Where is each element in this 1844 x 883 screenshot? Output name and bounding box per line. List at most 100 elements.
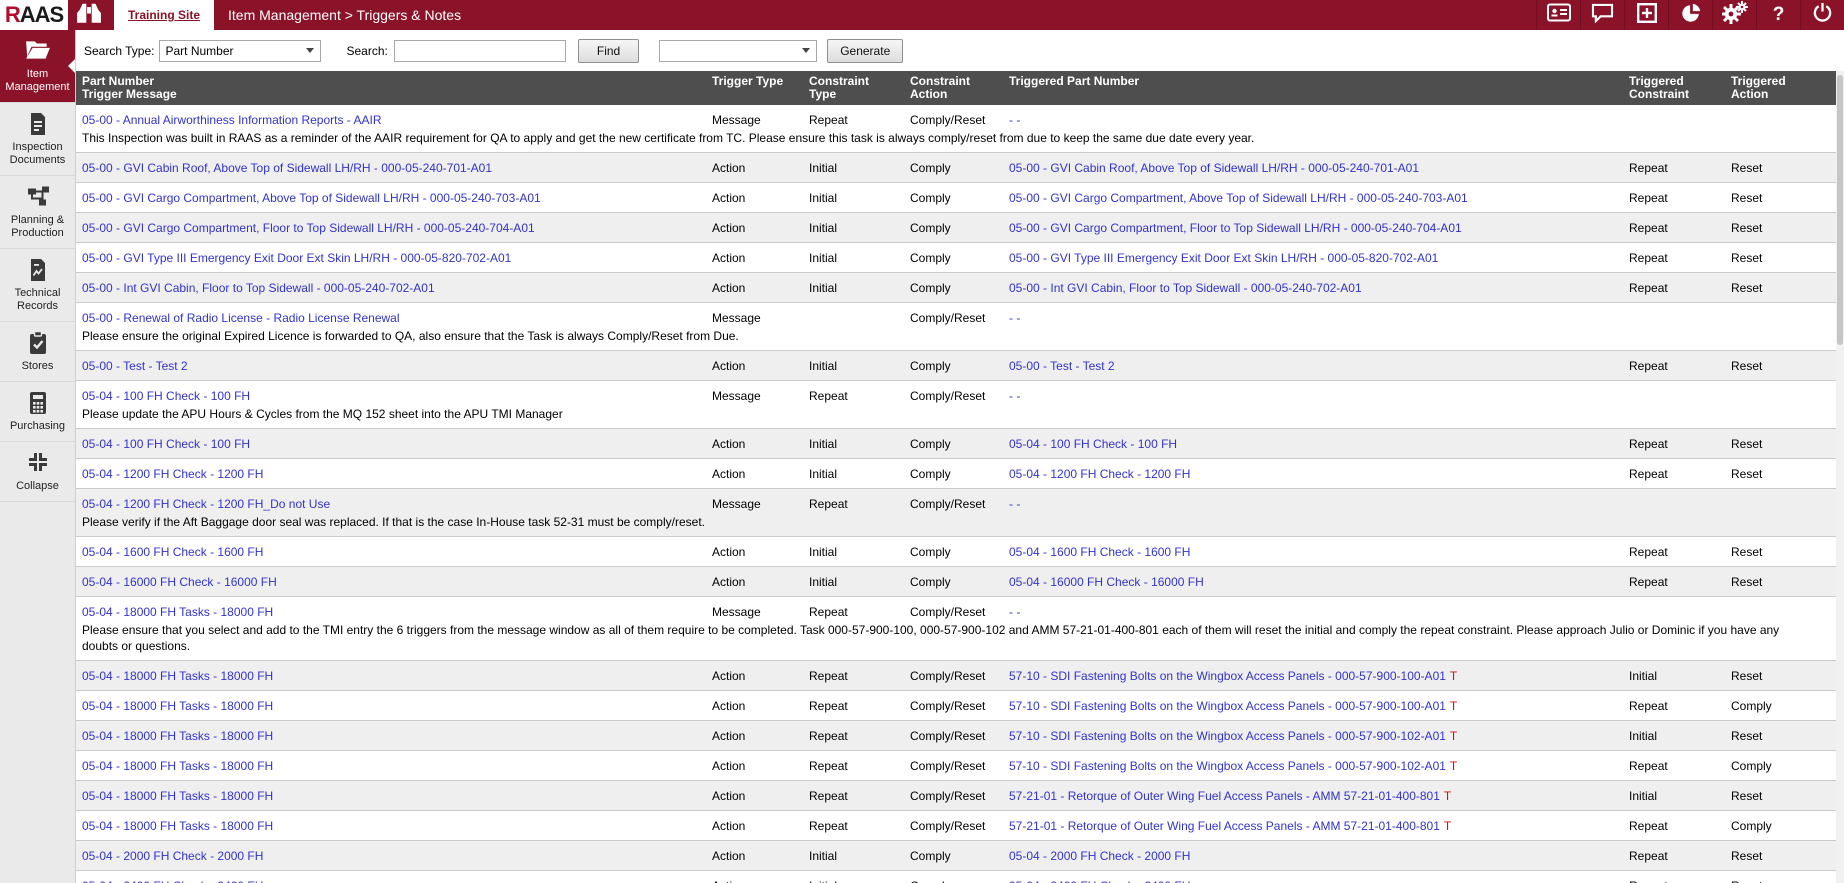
- constraint-action-cell: Comply: [910, 467, 1009, 481]
- triggered-part-link[interactable]: 57-21-01 - Retorque of Outer Wing Fuel A…: [1009, 819, 1440, 833]
- trigger-type-cell: Action: [712, 879, 809, 883]
- part-number-link[interactable]: 05-00 - Test - Test 2: [82, 359, 188, 373]
- vertical-scrollbar[interactable]: [1836, 71, 1844, 883]
- constraint-type-cell: Initial: [809, 849, 910, 863]
- part-number-link[interactable]: 05-04 - 18000 FH Tasks - 18000 FH: [82, 729, 273, 743]
- column-header-constraint-action[interactable]: Constraint Action: [910, 74, 1009, 101]
- sidebar-item-stores[interactable]: Stores: [0, 322, 75, 382]
- id-card-button[interactable]: [1536, 0, 1580, 30]
- triggered-part-link[interactable]: 05-00 - GVI Cargo Compartment, Floor to …: [1009, 221, 1462, 235]
- triggered-part-link[interactable]: 05-04 - 2400 FH Check - 2400 FH: [1009, 879, 1190, 883]
- triggered-constraint-cell: Repeat: [1629, 545, 1731, 559]
- triggered-part-link[interactable]: - -: [1009, 389, 1020, 403]
- constraint-type-cell: Initial: [809, 221, 910, 235]
- triggered-part-link[interactable]: 05-00 - Test - Test 2: [1009, 359, 1115, 373]
- triggered-part-cell: 05-00 - Test - Test 2: [1009, 359, 1629, 373]
- part-number-link[interactable]: 05-04 - 1200 FH Check - 1200 FH: [82, 467, 263, 481]
- help-button[interactable]: ?: [1756, 0, 1800, 30]
- chat-button[interactable]: [1580, 0, 1624, 30]
- settings-button[interactable]: [1712, 0, 1756, 30]
- part-number-link[interactable]: 05-00 - GVI Cabin Roof, Above Top of Sid…: [82, 161, 492, 175]
- pie-chart-button[interactable]: [1668, 0, 1712, 30]
- triggered-part-link[interactable]: 05-00 - GVI Type III Emergency Exit Door…: [1009, 251, 1438, 265]
- part-number-link[interactable]: 05-04 - 2000 FH Check - 2000 FH: [82, 849, 263, 863]
- part-number-link[interactable]: 05-04 - 18000 FH Tasks - 18000 FH: [82, 605, 273, 619]
- triggered-part-link[interactable]: 57-10 - SDI Fastening Bolts on the Wingb…: [1009, 669, 1446, 683]
- part-number-link[interactable]: 05-00 - Annual Airworthiness Information…: [82, 113, 381, 127]
- trigger-type-cell: Message: [712, 113, 809, 127]
- trigger-type-cell: Action: [712, 437, 809, 451]
- triggered-part-link[interactable]: - -: [1009, 497, 1020, 511]
- triggered-part-link[interactable]: 05-04 - 2000 FH Check - 2000 FH: [1009, 849, 1190, 863]
- part-number-link[interactable]: 05-04 - 18000 FH Tasks - 18000 FH: [82, 819, 273, 833]
- triggered-part-link[interactable]: 57-10 - SDI Fastening Bolts on the Wingb…: [1009, 759, 1446, 773]
- column-header-triggered-part-number[interactable]: Triggered Part Number: [1009, 74, 1629, 88]
- part-number-link[interactable]: 05-04 - 1600 FH Check - 1600 FH: [82, 545, 263, 559]
- t-flag: T: [1450, 729, 1457, 743]
- sidebar-item-planning-production[interactable]: Planning & Production: [0, 176, 75, 249]
- sidebar-collapse-button[interactable]: Collapse: [0, 442, 75, 502]
- triggered-part-link[interactable]: 05-04 - 1600 FH Check - 1600 FH: [1009, 545, 1190, 559]
- toolbar: Search Type: Part Number Search: Find Ge…: [76, 30, 1844, 71]
- triggered-part-cell: - -: [1009, 113, 1629, 127]
- triggered-part-link[interactable]: 05-04 - 16000 FH Check - 16000 FH: [1009, 575, 1204, 589]
- part-number-link[interactable]: 05-04 - 100 FH Check - 100 FH: [82, 437, 250, 451]
- trigger-type-cell: Action: [712, 789, 809, 803]
- sidebar-item-purchasing[interactable]: Purchasing: [0, 382, 75, 442]
- part-number-cell: 05-04 - 2000 FH Check - 2000 FH: [82, 849, 712, 863]
- sidebar-item-item-management[interactable]: Item Management: [0, 30, 75, 103]
- column-header-constraint-type[interactable]: Constraint Type: [809, 74, 910, 101]
- part-number-link[interactable]: 05-00 - GVI Cargo Compartment, Above Top…: [82, 191, 541, 205]
- part-number-link[interactable]: 05-00 - GVI Cargo Compartment, Floor to …: [82, 221, 535, 235]
- triggered-part-link[interactable]: 57-10 - SDI Fastening Bolts on the Wingb…: [1009, 729, 1446, 743]
- triggered-part-link[interactable]: - -: [1009, 113, 1020, 127]
- part-number-link[interactable]: 05-04 - 18000 FH Tasks - 18000 FH: [82, 789, 273, 803]
- triggered-part-link[interactable]: 57-10 - SDI Fastening Bolts on the Wingb…: [1009, 699, 1446, 713]
- triggered-part-cell: 05-04 - 16000 FH Check - 16000 FH: [1009, 575, 1629, 589]
- part-number-link[interactable]: 05-04 - 2400 FH Check - 2400 FH: [82, 879, 263, 883]
- constraint-type-cell: Repeat: [809, 605, 910, 619]
- triggered-part-cell: 57-21-01 - Retorque of Outer Wing Fuel A…: [1009, 819, 1629, 833]
- scrollbar-thumb[interactable]: [1837, 75, 1843, 345]
- tab-training-site[interactable]: Training Site: [114, 0, 214, 30]
- column-header-trigger-type[interactable]: Trigger Type: [712, 74, 809, 88]
- app-logo[interactable]: RAAS: [0, 0, 68, 30]
- trigger-type-cell: Message: [712, 311, 809, 325]
- triggered-constraint-cell: Repeat: [1629, 221, 1731, 235]
- part-number-link[interactable]: 05-04 - 18000 FH Tasks - 18000 FH: [82, 669, 273, 683]
- triggered-part-link[interactable]: 57-21-01 - Retorque of Outer Wing Fuel A…: [1009, 789, 1440, 803]
- part-number-link[interactable]: 05-04 - 18000 FH Tasks - 18000 FH: [82, 699, 273, 713]
- triggered-part-link[interactable]: 05-00 - GVI Cargo Compartment, Above Top…: [1009, 191, 1468, 205]
- trigger-type-cell: Action: [712, 699, 809, 713]
- triggered-part-link[interactable]: - -: [1009, 311, 1020, 325]
- triggered-constraint-cell: Repeat: [1629, 251, 1731, 265]
- part-number-link[interactable]: 05-00 - GVI Type III Emergency Exit Door…: [82, 251, 511, 265]
- generate-button[interactable]: Generate: [827, 39, 903, 63]
- triggered-part-link[interactable]: 05-04 - 1200 FH Check - 1200 FH: [1009, 467, 1190, 481]
- sidebar-item-technical-records[interactable]: Technical Records: [0, 249, 75, 322]
- binoculars-button[interactable]: [68, 0, 110, 30]
- search-type-select[interactable]: Part Number: [159, 40, 321, 62]
- part-number-link[interactable]: 05-00 - Renewal of Radio License - Radio…: [82, 311, 400, 325]
- triggered-part-link[interactable]: 05-00 - GVI Cabin Roof, Above Top of Sid…: [1009, 161, 1419, 175]
- triggered-part-link[interactable]: 05-04 - 100 FH Check - 100 FH: [1009, 437, 1177, 451]
- triggered-part-link[interactable]: 05-00 - Int GVI Cabin, Floor to Top Side…: [1009, 281, 1362, 295]
- part-number-link[interactable]: 05-04 - 18000 FH Tasks - 18000 FH: [82, 759, 273, 773]
- column-header-part-number[interactable]: Part Number Trigger Message: [82, 74, 712, 101]
- part-number-link[interactable]: 05-00 - Int GVI Cabin, Floor to Top Side…: [82, 281, 435, 295]
- triggered-part-cell: 05-00 - GVI Cabin Roof, Above Top of Sid…: [1009, 161, 1629, 175]
- column-header-triggered-constraint[interactable]: Triggered Constraint: [1629, 74, 1731, 101]
- triggered-part-cell: 57-10 - SDI Fastening Bolts on the Wingb…: [1009, 699, 1629, 713]
- part-number-link[interactable]: 05-04 - 16000 FH Check - 16000 FH: [82, 575, 277, 589]
- find-button[interactable]: Find: [578, 39, 639, 63]
- part-number-link[interactable]: 05-04 - 100 FH Check - 100 FH: [82, 389, 250, 403]
- part-number-link[interactable]: 05-04 - 1200 FH Check - 1200 FH_Do not U…: [82, 497, 330, 511]
- logout-button[interactable]: [1800, 0, 1844, 30]
- sidebar-item-inspection-documents[interactable]: Inspection Documents: [0, 103, 75, 176]
- triggered-part-link[interactable]: - -: [1009, 605, 1020, 619]
- generate-select[interactable]: [659, 40, 817, 62]
- table-row: 05-04 - 18000 FH Tasks - 18000 FH Action…: [76, 811, 1836, 841]
- search-input[interactable]: [394, 40, 566, 62]
- add-window-button[interactable]: [1624, 0, 1668, 30]
- column-header-triggered-action[interactable]: Triggered Action: [1731, 74, 1831, 101]
